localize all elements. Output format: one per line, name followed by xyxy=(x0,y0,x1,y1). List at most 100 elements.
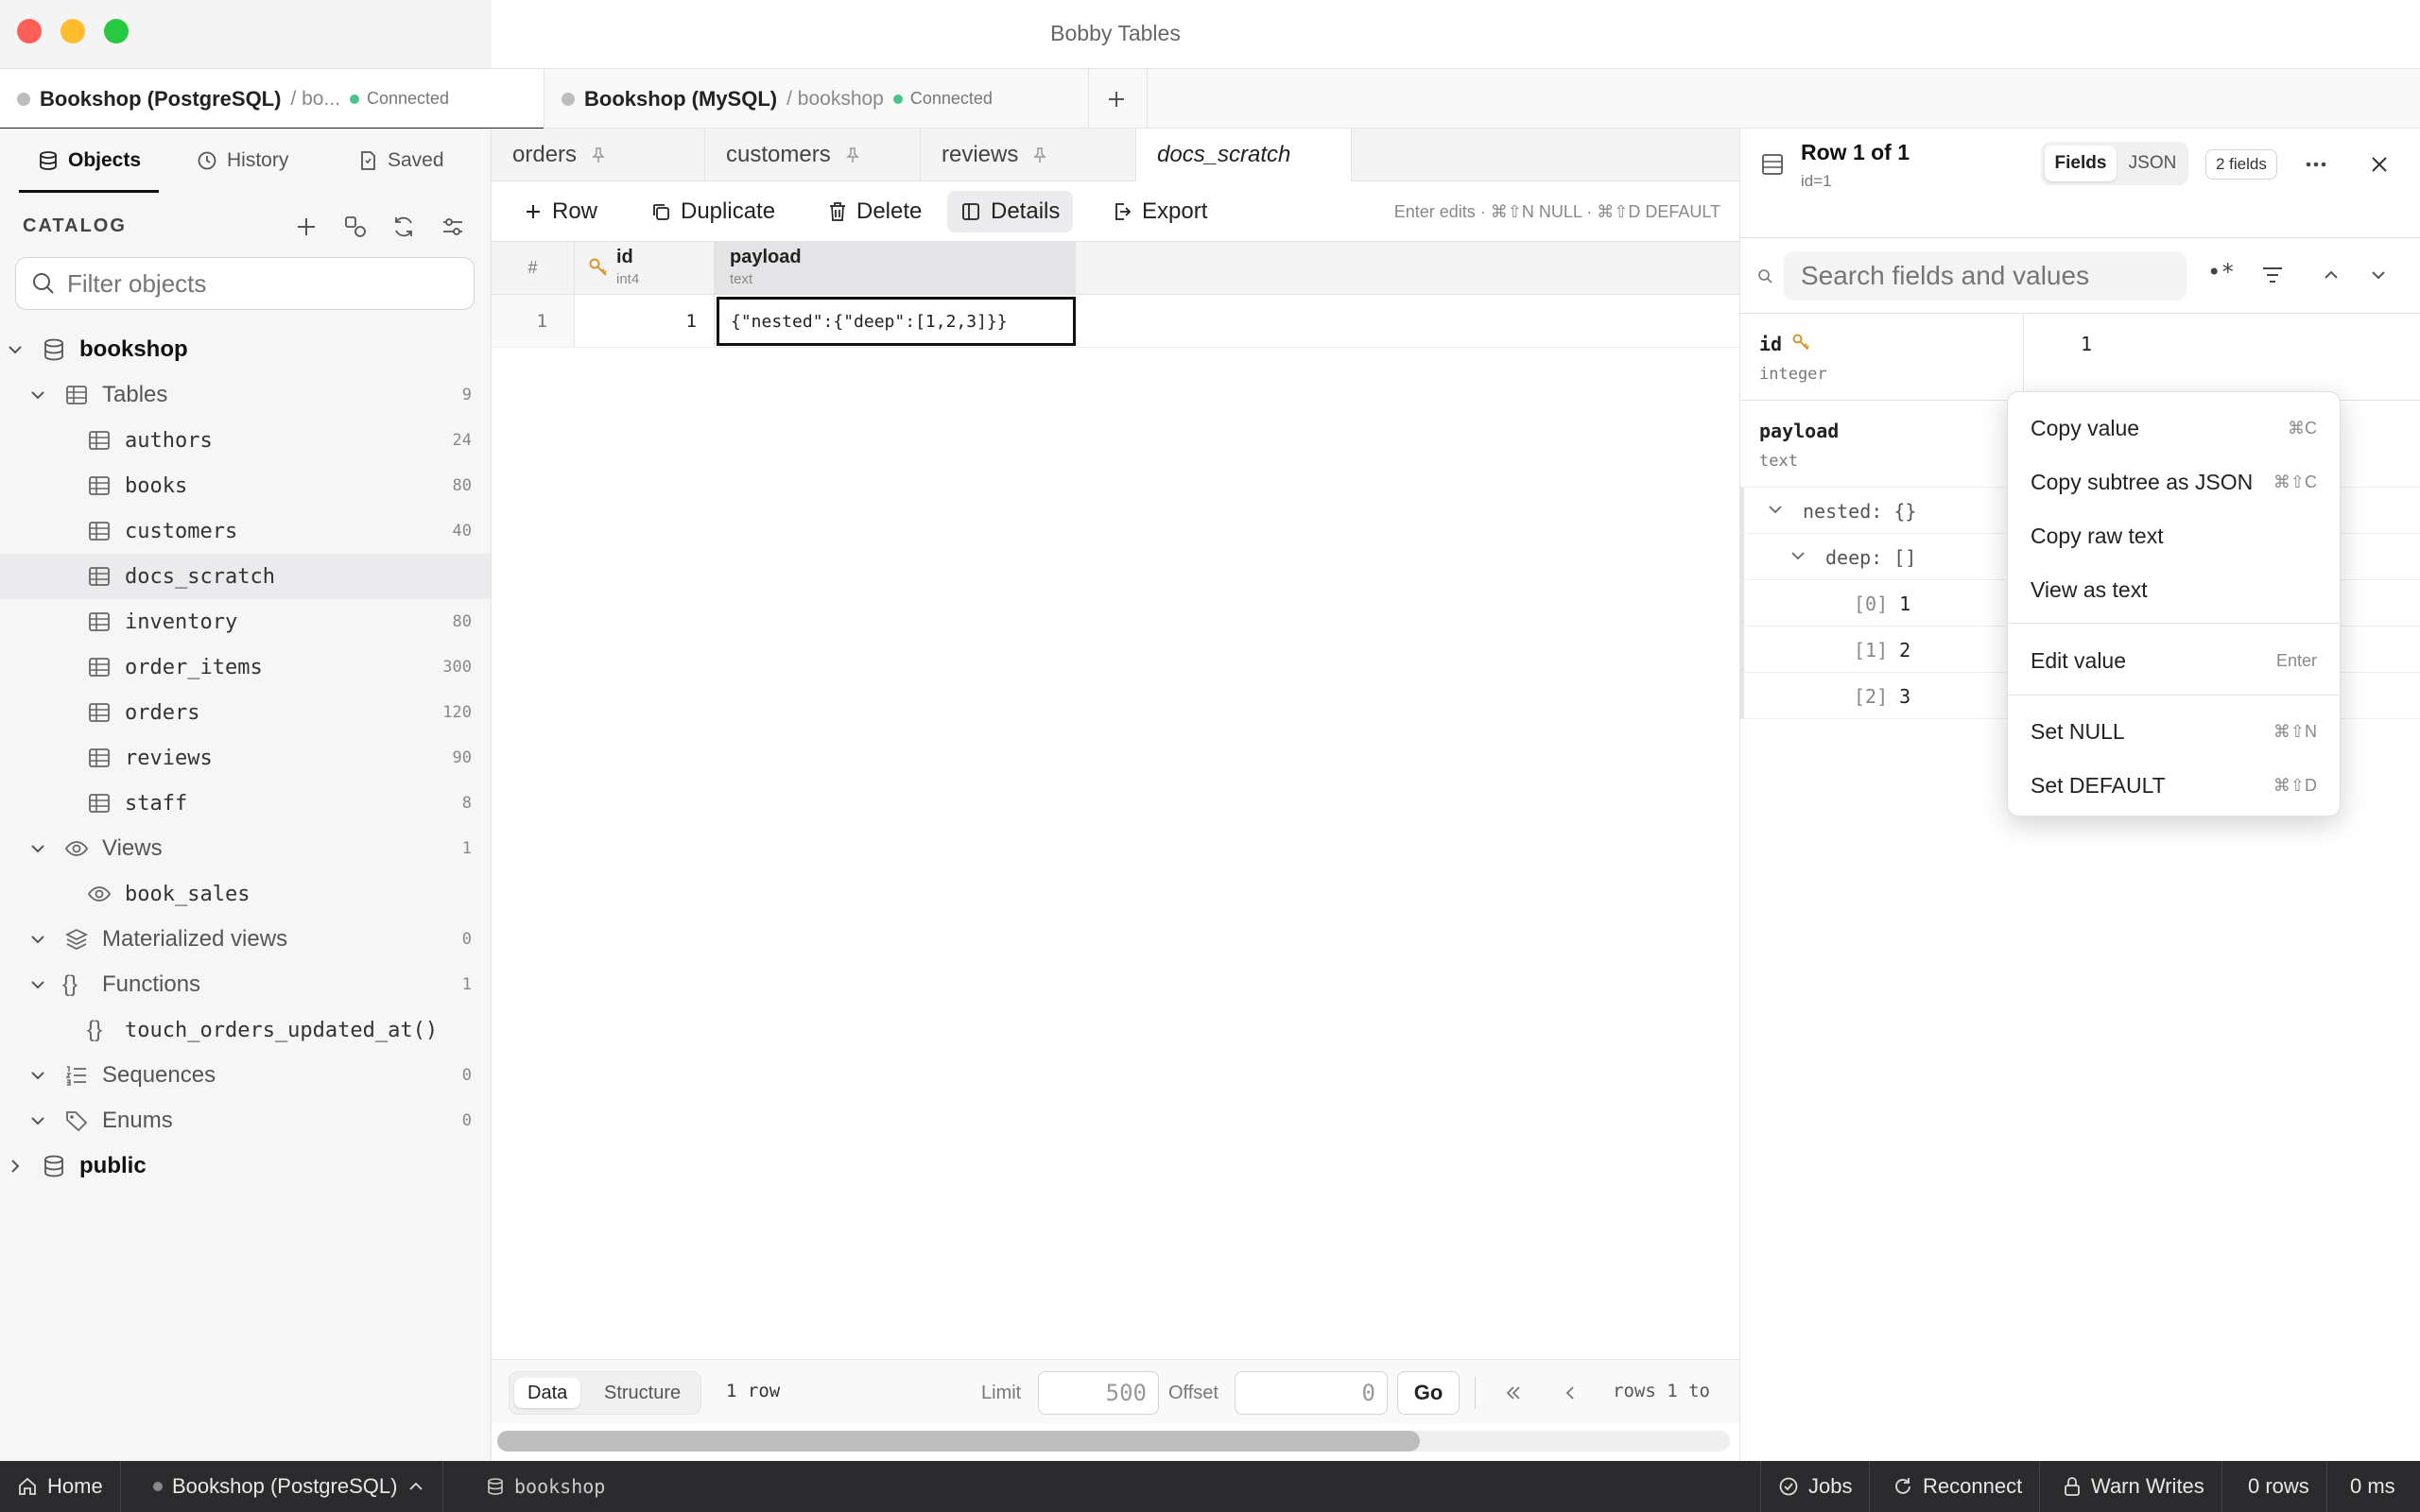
chevron-down-icon[interactable] xyxy=(1767,501,1784,518)
export-button[interactable]: Export xyxy=(1098,191,1220,232)
chevron-down-icon[interactable] xyxy=(28,930,47,949)
chevron-down-icon[interactable] xyxy=(28,1066,47,1085)
connection-switcher[interactable]: Bookshop (PostgreSQL) xyxy=(136,1461,444,1512)
go-button[interactable]: Go xyxy=(1397,1371,1460,1415)
more-icon[interactable] xyxy=(2304,155,2328,174)
warn-writes-button[interactable]: Warn Writes xyxy=(2046,1461,2222,1512)
tab-label: docs_scratch xyxy=(1157,142,1291,167)
tree-item-table[interactable]: authors 24 xyxy=(0,418,491,463)
filter-objects-field[interactable] xyxy=(15,257,475,310)
menu-item-set-null[interactable]: Set NULL ⌘⇧N xyxy=(2008,705,2340,758)
jobs-button[interactable]: Jobs xyxy=(1760,1461,1871,1512)
search-fields-field[interactable] xyxy=(1784,251,2187,301)
regex-icon[interactable]: •* xyxy=(2207,259,2235,285)
field-row-id[interactable]: id integer 1 xyxy=(1740,314,2420,401)
new-schema-icon[interactable] xyxy=(342,214,369,240)
tab-reviews[interactable]: reviews xyxy=(921,129,1136,181)
scrollbar-thumb[interactable] xyxy=(497,1431,1420,1452)
tree-group-sequences[interactable]: Sequences 0 xyxy=(0,1053,491,1098)
pin-icon[interactable] xyxy=(844,146,861,163)
close-icon[interactable] xyxy=(2368,153,2391,176)
tree-count: 9 xyxy=(461,386,472,404)
tree-item-view[interactable]: book_sales xyxy=(0,871,491,917)
tree-group-enums[interactable]: Enums 0 xyxy=(0,1098,491,1143)
tree-group-views[interactable]: Views 1 xyxy=(0,826,491,871)
tree-item-table[interactable]: orders 120 xyxy=(0,690,491,735)
reconnect-button[interactable]: Reconnect xyxy=(1876,1461,2041,1512)
tree-item-table[interactable]: books 80 xyxy=(0,463,491,508)
tree-item-function[interactable]: {} touch_orders_updated_at() xyxy=(0,1007,491,1053)
connection-tab-mysql[interactable]: Bookshop (MySQL) / bookshop Connected xyxy=(544,69,1089,129)
filter-objects-input[interactable] xyxy=(67,268,464,299)
menu-item-label: View as text xyxy=(2031,576,2148,602)
search-fields-input[interactable] xyxy=(1801,261,2179,291)
limit-input[interactable]: 500 xyxy=(1038,1371,1159,1415)
menu-shortcut: Enter xyxy=(2275,650,2317,670)
column-header-id[interactable]: id int4 xyxy=(575,242,715,294)
connection-tab-postgresql[interactable]: Bookshop (PostgreSQL) / bo... Connected xyxy=(0,69,544,130)
export-icon xyxy=(1115,203,1132,220)
settings-sliders-icon[interactable] xyxy=(440,214,466,240)
tree-item-table[interactable]: reviews 90 xyxy=(0,735,491,781)
database-switcher[interactable]: bookshop xyxy=(469,1461,622,1512)
primary-key-icon xyxy=(589,258,607,276)
json-view-button[interactable]: JSON xyxy=(2120,146,2185,181)
menu-item-copy-raw-text[interactable]: Copy raw text xyxy=(2008,509,2340,562)
sidebar-tab-saved[interactable]: Saved xyxy=(357,129,444,193)
filter-icon[interactable] xyxy=(2260,263,2285,287)
home-button[interactable]: Home xyxy=(0,1461,121,1512)
tab-orders[interactable]: orders xyxy=(492,129,705,181)
chevron-down-icon[interactable] xyxy=(28,975,47,994)
refresh-icon[interactable] xyxy=(390,214,417,240)
data-view-button[interactable]: Data xyxy=(514,1378,581,1408)
chevron-down-icon[interactable] xyxy=(28,839,47,858)
pin-icon[interactable] xyxy=(1031,146,1048,163)
add-row-button[interactable]: Row xyxy=(510,191,611,232)
new-connection-tab-button[interactable] xyxy=(1089,69,1148,129)
tree-database-bookshop[interactable]: bookshop xyxy=(0,327,491,372)
cell-payload-selected[interactable]: {"nested":{"deep":[1,2,3]}} xyxy=(717,297,1076,346)
cell-id[interactable]: 1 xyxy=(575,295,715,347)
delete-button[interactable]: Delete xyxy=(815,191,935,232)
tree-item-table[interactable]: staff 8 xyxy=(0,781,491,826)
sidebar-tab-objects[interactable]: Objects xyxy=(19,129,159,193)
chevron-right-icon[interactable] xyxy=(6,1157,25,1176)
offset-input[interactable]: 0 xyxy=(1235,1371,1388,1415)
prev-page-icon[interactable] xyxy=(1560,1383,1581,1403)
pin-icon[interactable] xyxy=(590,146,607,163)
duplicate-button[interactable]: Duplicate xyxy=(637,191,788,232)
tree-item-table[interactable]: docs_scratch xyxy=(0,554,491,599)
menu-item-copy-value[interactable]: Copy value ⌘C xyxy=(2008,402,2340,455)
menu-item-copy-subtree-json[interactable]: Copy subtree as JSON ⌘⇧C xyxy=(2008,455,2340,508)
fields-view-button[interactable]: Fields xyxy=(2045,146,2117,181)
chevron-down-icon[interactable] xyxy=(2368,265,2389,285)
add-icon[interactable] xyxy=(293,214,320,240)
table-icon xyxy=(89,431,110,450)
structure-view-button[interactable]: Structure xyxy=(591,1378,694,1408)
chevron-down-icon[interactable] xyxy=(28,1111,47,1130)
chevron-down-icon[interactable] xyxy=(28,386,47,404)
column-header-payload[interactable]: payload text xyxy=(715,242,1076,294)
chevron-up-icon[interactable] xyxy=(2321,265,2342,285)
details-button[interactable]: Details xyxy=(947,191,1074,232)
tab-customers[interactable]: customers xyxy=(705,129,921,181)
first-page-icon[interactable] xyxy=(1503,1383,1524,1403)
menu-item-label: Set DEFAULT xyxy=(2031,772,2166,798)
menu-item-edit-value[interactable]: Edit value Enter xyxy=(2008,634,2340,687)
tab-docs-scratch[interactable]: docs_scratch xyxy=(1136,129,1352,181)
field-value[interactable]: 1 xyxy=(2081,333,2092,355)
tree-group-materialized-views[interactable]: Materialized views 0 xyxy=(0,917,491,962)
chevron-down-icon[interactable] xyxy=(6,340,25,359)
tree-database-public[interactable]: public xyxy=(0,1143,491,1189)
tree-group-functions[interactable]: {} Functions 1 xyxy=(0,962,491,1007)
chevron-down-icon[interactable] xyxy=(1789,547,1806,564)
tree-item-table[interactable]: inventory 80 xyxy=(0,599,491,644)
tree-group-tables[interactable]: Tables 9 xyxy=(0,372,491,418)
tree-item-table[interactable]: order_items 300 xyxy=(0,644,491,690)
table-row[interactable]: 1 1 {"nested":{"deep":[1,2,3]}} xyxy=(492,295,1739,348)
menu-item-set-default[interactable]: Set DEFAULT ⌘⇧D xyxy=(2008,759,2340,812)
menu-item-view-as-text[interactable]: View as text xyxy=(2008,563,2340,616)
tree-item-table[interactable]: customers 40 xyxy=(0,508,491,554)
horizontal-scrollbar[interactable] xyxy=(497,1431,1730,1452)
sidebar-tab-history[interactable]: History xyxy=(197,129,288,193)
